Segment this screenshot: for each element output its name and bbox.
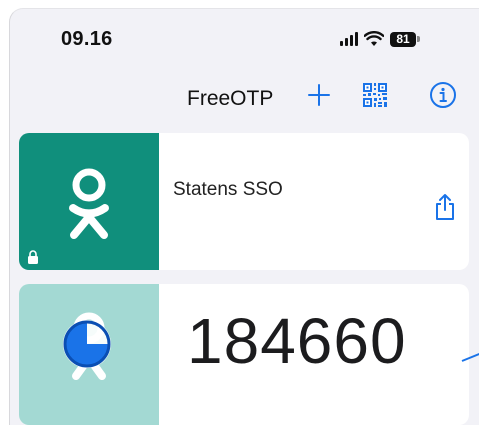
scan-qr-button[interactable] [360, 80, 390, 110]
battery-icon: 81 [390, 31, 422, 47]
app-title: FreeOTP [187, 87, 274, 110]
token-card[interactable]: Statens SSO [19, 133, 469, 270]
odnoklassniki-logo-icon [69, 168, 109, 239]
status-icons: 81 [340, 30, 422, 48]
add-token-button[interactable] [303, 79, 335, 111]
token-logo-tile [19, 133, 159, 270]
share-icon [436, 194, 454, 220]
battery-level: 81 [390, 31, 416, 47]
status-time: 09.16 [61, 28, 113, 50]
token-code[interactable]: 184660 [187, 304, 407, 378]
info-icon [430, 82, 456, 108]
plus-icon [308, 84, 330, 106]
token-logo-tile [19, 284, 159, 425]
wifi-icon [364, 31, 384, 46]
cellular-signal-icon [340, 32, 358, 46]
info-button[interactable] [427, 79, 459, 111]
token-name: Statens SSO [173, 179, 283, 200]
lock-icon [28, 250, 38, 264]
token-card[interactable]: 184660 [19, 284, 469, 425]
app-screen: 09.16 81 FreeOTP Statens SSO 184660 [9, 8, 479, 425]
countdown-timer-icon [63, 320, 111, 368]
qr-code-icon [363, 83, 387, 107]
share-button[interactable] [433, 193, 457, 221]
